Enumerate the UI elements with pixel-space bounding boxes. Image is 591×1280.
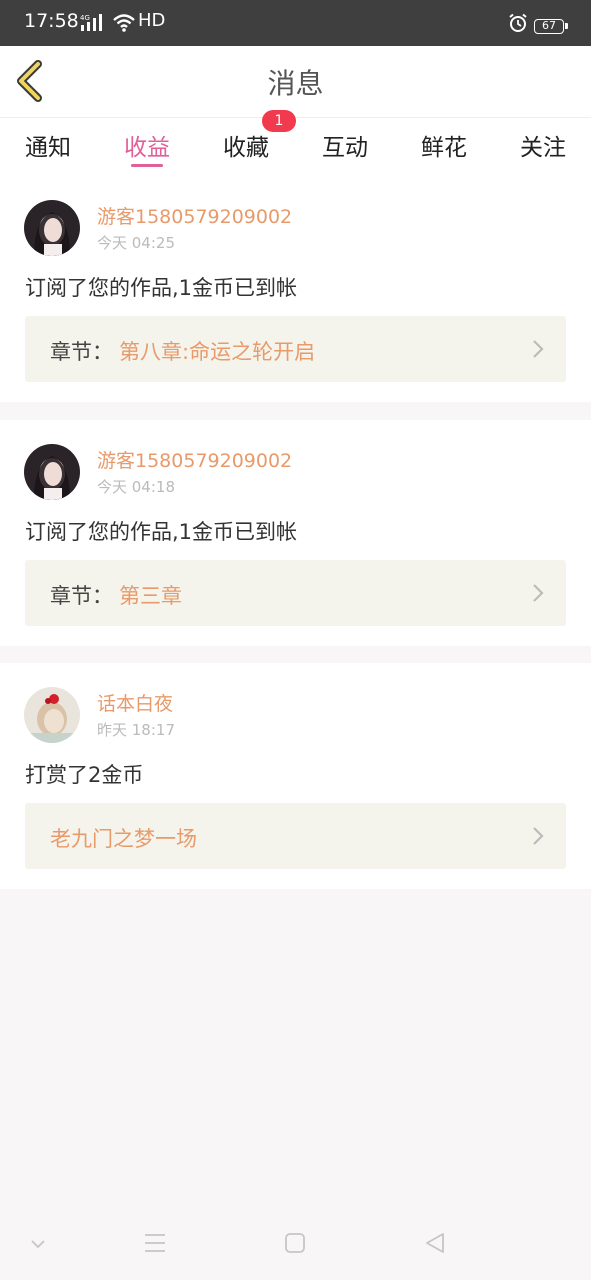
work-link[interactable]: 老九门之梦一场 [25,803,566,869]
timestamp: 昨天 18:17 [97,721,175,739]
tab-flowers[interactable]: 鲜花 [404,128,484,162]
chapter-label: 章节： [50,584,113,608]
header: 消息 [0,46,591,118]
chapter-title: 第三章 [119,584,182,608]
page-title: 消息 [267,67,324,100]
chevron-down-icon[interactable] [30,1238,46,1250]
chevron-right-icon [533,584,544,602]
chevron-right-icon [533,827,544,845]
message-text: 订阅了您的作品,1金币已到帐 [25,276,298,300]
tab-notifications[interactable]: 通知 [8,128,88,162]
home-icon[interactable] [285,1232,305,1254]
favorites-badge: 1 [262,110,296,132]
menu-icon[interactable] [144,1232,166,1254]
chapter-label: 章节： [50,340,113,364]
battery-icon: 67 [534,19,568,34]
timestamp: 今天 04:18 [97,478,175,496]
timestamp: 今天 04:25 [97,234,175,252]
avatar[interactable] [24,687,80,743]
status-time: 17:58 [24,10,79,32]
chapter-link[interactable]: 章节： 第三章 [25,560,566,626]
message-card: 话本白夜 昨天 18:17 打赏了2金币 老九门之梦一场 [0,663,591,889]
tab-interactions[interactable]: 互动 [305,128,385,162]
avatar[interactable] [24,444,80,500]
system-nav-bar [0,1210,591,1280]
active-tab-indicator [131,164,163,167]
message-text: 订阅了您的作品,1金币已到帐 [25,520,298,544]
signal-icon: 4G [80,13,106,37]
tab-following[interactable]: 关注 [503,128,583,162]
username[interactable]: 游客1580579209002 [97,202,292,229]
work-title: 老九门之梦一场 [50,827,197,851]
chevron-right-icon [533,340,544,358]
network-type: 4G [80,14,90,22]
tab-favorites[interactable]: 收藏 [206,128,286,162]
message-card: 游客1580579209002 今天 04:18 订阅了您的作品,1金币已到帐 … [0,420,591,646]
hd-indicator: HD [138,10,166,31]
back-triangle-icon[interactable] [424,1232,446,1254]
message-text: 打赏了2金币 [25,763,144,787]
username[interactable]: 游客1580579209002 [97,446,292,473]
message-card: 游客1580579209002 今天 04:25 订阅了您的作品,1金币已到帐 … [0,176,591,402]
tab-earnings[interactable]: 收益 [107,128,187,162]
wifi-icon [112,13,136,37]
alarm-icon [508,13,528,37]
avatar[interactable] [24,200,80,256]
chapter-link[interactable]: 章节： 第八章:命运之轮开启 [25,316,566,382]
status-bar: 17:58 4G HD 67 [0,0,591,46]
tab-bar: 通知 收益 收藏 互动 鲜花 关注 [0,118,591,176]
chapter-title: 第八章:命运之轮开启 [119,340,316,364]
username[interactable]: 话本白夜 [97,689,173,716]
